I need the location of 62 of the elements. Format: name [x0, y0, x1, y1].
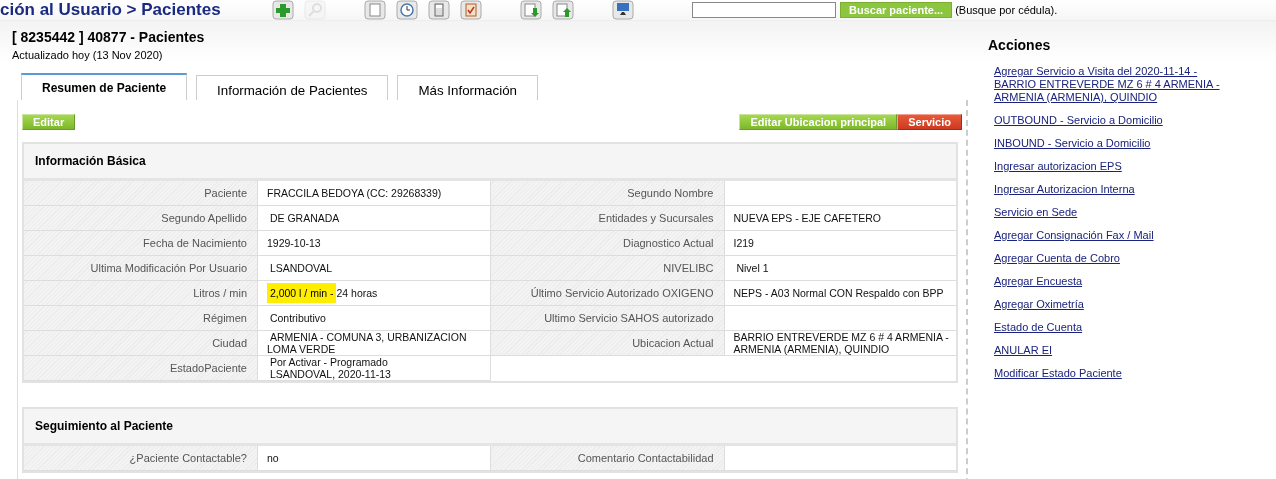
field-label: Segundo Apellido: [24, 206, 258, 230]
field-label: Paciente: [24, 181, 258, 205]
field-value: 2,000 l / min - 24 horas: [258, 281, 490, 305]
field-value: ARMENIA - COMUNA 3, URBANIZACION LOMA VERDE: [266, 331, 468, 355]
search-field[interactable]: [692, 2, 836, 18]
action-link[interactable]: Servicio en Sede: [994, 206, 1222, 219]
action-link[interactable]: Modificar Estado Paciente: [994, 367, 1222, 380]
document-icon[interactable]: [362, 0, 388, 21]
action-link[interactable]: ANULAR EI: [994, 344, 1222, 357]
action-link[interactable]: Ingresar autorizacion EPS: [994, 160, 1222, 173]
plus-icon[interactable]: [270, 0, 296, 21]
action-link[interactable]: Agregar Cuenta de Cobro: [994, 252, 1222, 265]
tab[interactable]: Información de Pacientes: [196, 75, 389, 100]
action-link[interactable]: OUTBOUND - Servicio a Domicilio: [994, 114, 1222, 127]
field-value: NEPS - A03 Normal CON Respaldo con BPP: [732, 286, 945, 301]
field-label: ¿Paciente Contactable?: [24, 446, 258, 470]
monitor-icon[interactable]: [610, 0, 636, 21]
field-value: 1929-10-13: [266, 236, 322, 251]
action-link[interactable]: INBOUND - Servicio a Domicilio: [994, 137, 1222, 150]
field-label: Entidades y Sucursales: [490, 206, 725, 230]
action-link[interactable]: Agregar Oximetría: [994, 298, 1222, 311]
field-label: Ultimo Servicio SAHOS autorizado: [490, 306, 725, 330]
field-label: Ubicacion Actual: [490, 331, 725, 355]
field-value: no: [266, 451, 280, 466]
action-link[interactable]: Agregar Encuesta: [994, 275, 1222, 288]
field-label: EstadoPaciente: [24, 356, 258, 380]
action-link[interactable]: Agregar Servicio a Visita del 2020-11-14 - BARRIO ENTREVERDE MZ 6 # 4 ARMENIA - ARMENIA (ARMENIA), QUINDIO: [994, 65, 1222, 104]
search-hint: (Busque por cédula).: [955, 4, 1058, 16]
field-value: Nivel 1: [735, 261, 770, 276]
field-label: Ultima Modificación Por Usuario: [24, 256, 258, 280]
field-label: Último Servicio Autorizado OXIGENO: [490, 281, 725, 305]
checklist-icon[interactable]: [458, 0, 484, 21]
tab[interactable]: Resumen de Paciente: [21, 73, 188, 100]
field-label: Diagnostico Actual: [490, 231, 725, 255]
field-label: NIVELIBC: [490, 256, 725, 280]
field-value: LSANDOVAL: [268, 261, 334, 276]
field-value: BARRIO ENTREVERDE MZ 6 # 4 ARMENIA - ARMENIA (ARMENIA), QUINDIO: [732, 331, 950, 355]
breadcrumb: ción al Usuario > Pacientes: [0, 0, 222, 20]
field-value: DE GRANADA: [268, 211, 341, 226]
field-label: Régimen: [24, 306, 258, 330]
field-value: FRACCILA BEDOYA (CC: 29268339): [266, 186, 443, 201]
field-label: Comentario Contactabilidad: [490, 446, 725, 470]
download-icon[interactable]: [518, 0, 544, 21]
field-label: Ciudad: [24, 331, 258, 355]
tab[interactable]: Más Información: [397, 75, 538, 100]
action-link[interactable]: Estado de Cuenta: [994, 321, 1222, 334]
service-button[interactable]: Servicio: [897, 114, 962, 130]
field-value: Por Activar - Programado LSANDOVAL, 2020-11-13: [268, 356, 392, 380]
field-value: NUEVA EPS - EJE CAFETERO: [732, 211, 882, 226]
field-value: Contributivo: [268, 311, 327, 326]
calculator-icon[interactable]: [426, 0, 452, 21]
page-title: [ 8235442 ] 40877 - Pacientes: [12, 29, 206, 45]
action-link[interactable]: Agregar Consignación Fax / Mail: [994, 229, 1222, 242]
field-value: I219: [732, 236, 755, 251]
actions-title: Acciones: [988, 37, 1052, 53]
updated-date: Actualizado hoy (13 Nov 2020): [12, 49, 164, 61]
clock-icon[interactable]: [394, 0, 420, 21]
field-label: Segundo Nombre: [490, 181, 725, 205]
upload-icon[interactable]: [550, 0, 576, 21]
field-label: Litros / min: [24, 281, 258, 305]
field-label: Fecha de Nacimiento: [24, 231, 258, 255]
action-link[interactable]: Ingresar Autorizacion Interna: [994, 183, 1222, 196]
